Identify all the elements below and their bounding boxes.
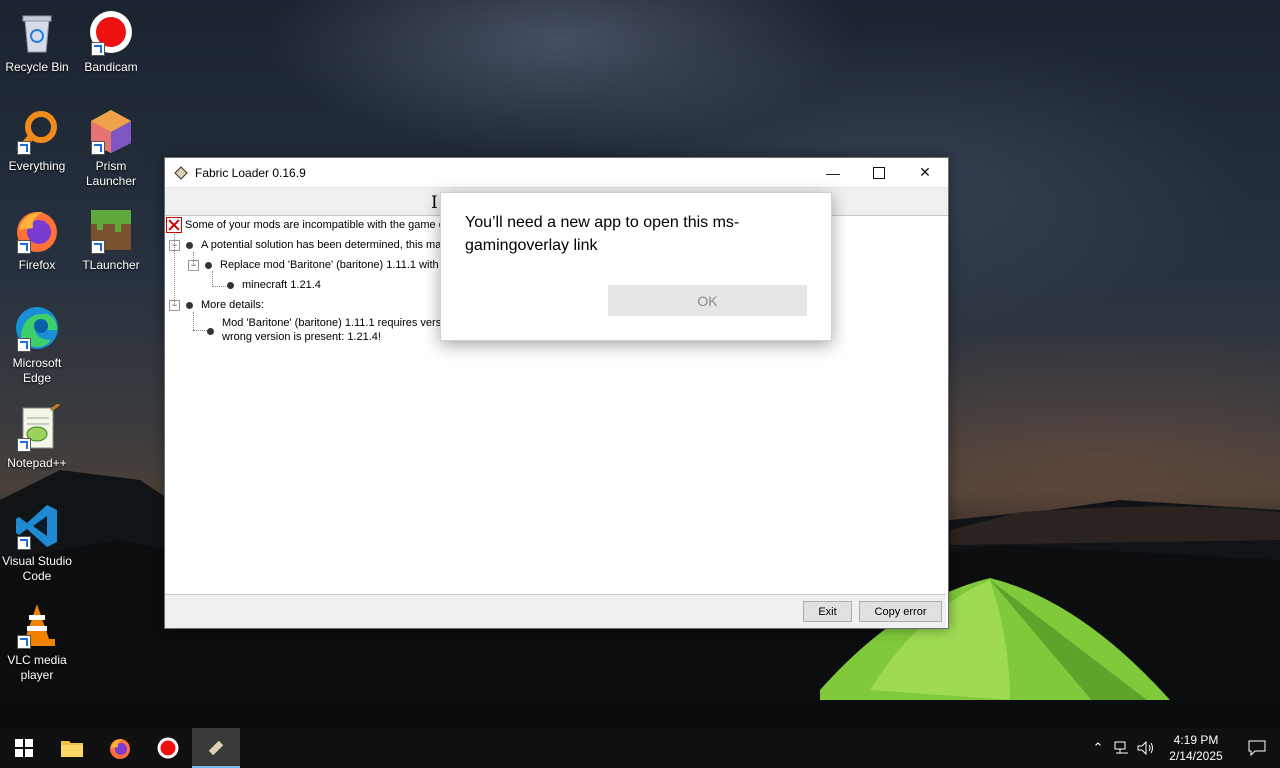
collapse-icon[interactable]: − xyxy=(169,239,180,251)
desktop-icon-vlc[interactable]: VLC media player xyxy=(0,601,74,683)
collapse-icon[interactable]: − xyxy=(188,259,199,271)
shortcut-arrow-icon xyxy=(17,438,31,452)
minimize-icon: — xyxy=(826,164,840,181)
edge-icon xyxy=(13,304,61,352)
show-hidden-icons-button[interactable]: ⌃ xyxy=(1086,728,1110,768)
error-x-icon xyxy=(166,217,182,233)
desktop-icon-recycle-bin[interactable]: Recycle Bin xyxy=(0,8,74,75)
notepad-plus-plus-icon xyxy=(13,402,61,452)
network-icon xyxy=(1114,741,1128,754)
clock-date: 2/14/2025 xyxy=(1169,749,1223,763)
desktop-icon-firefox[interactable]: Firefox xyxy=(0,206,74,273)
window-titlebar[interactable]: Fabric Loader 0.16.9 — ✕ xyxy=(165,158,948,187)
text-cursor-icon: I xyxy=(431,193,438,213)
ok-button[interactable]: OK xyxy=(608,285,807,316)
bullet-icon xyxy=(207,328,214,335)
prism-launcher-icon xyxy=(87,107,135,155)
desktop-icon-label: Everything xyxy=(8,159,66,173)
folder-icon xyxy=(61,741,83,757)
taskbar-file-explorer[interactable] xyxy=(48,728,96,768)
taskbar-clock[interactable]: 4:19 PM 2/14/2025 xyxy=(1158,732,1234,764)
desktop-icon-label: Bandicam xyxy=(84,60,138,74)
desktop-icon-notepad-plus-plus[interactable]: Notepad++ xyxy=(0,402,74,471)
collapse-icon[interactable]: − xyxy=(169,299,180,311)
vscode-icon xyxy=(13,502,61,550)
fabric-app-icon xyxy=(174,165,188,180)
action-center-button[interactable] xyxy=(1234,728,1280,768)
maximize-icon xyxy=(873,166,885,179)
solution-sub-text: minecraft 1.21.4 xyxy=(242,279,321,291)
new-app-dialog: You’ll need a new app to open this ms-ga… xyxy=(440,192,832,341)
exit-button[interactable]: Exit xyxy=(803,601,852,622)
dialog-message: You’ll need a new app to open this ms-ga… xyxy=(465,214,740,254)
desktop-icon-label: Microsoft Edge xyxy=(12,356,62,385)
clock-time: 4:19 PM xyxy=(1173,733,1219,747)
desktop-icon-microsoft-edge[interactable]: Microsoft Edge xyxy=(0,304,74,386)
taskbar-firefox[interactable] xyxy=(96,728,144,768)
desktop-icon-label: TLauncher xyxy=(82,258,140,272)
tree-details-header-row[interactable]: − More details: xyxy=(169,296,264,314)
desktop-icon-label: Recycle Bin xyxy=(5,60,69,74)
minimize-button[interactable]: — xyxy=(810,158,856,187)
recycle-bin-icon xyxy=(13,8,61,56)
window-title: Fabric Loader 0.16.9 xyxy=(195,165,306,180)
everything-search-icon xyxy=(13,107,61,155)
bandicam-icon xyxy=(87,8,135,56)
vlc-cone-icon xyxy=(13,601,61,649)
desktop-icon-label: Visual Studio Code xyxy=(2,554,72,583)
shortcut-arrow-icon xyxy=(91,42,105,56)
start-button[interactable] xyxy=(0,728,48,768)
details-header-text: More details: xyxy=(201,299,264,311)
firefox-icon xyxy=(13,206,61,254)
shortcut-arrow-icon xyxy=(17,240,31,254)
tree-connector xyxy=(212,286,226,287)
notification-icon xyxy=(1248,740,1266,756)
shortcut-arrow-icon xyxy=(91,141,105,155)
tree-connector xyxy=(193,312,194,330)
desktop-icon-vscode[interactable]: Visual Studio Code xyxy=(0,502,74,584)
bullet-icon xyxy=(227,281,234,289)
bullet-icon xyxy=(205,261,212,269)
tlauncher-grass-block-icon xyxy=(87,206,135,254)
window-button-bar: Exit Copy error xyxy=(165,594,946,628)
shortcut-arrow-icon xyxy=(91,240,105,254)
chevron-up-icon: ⌃ xyxy=(1092,740,1104,755)
desktop-icon-label: Notepad++ xyxy=(7,456,67,470)
speaker-icon xyxy=(1137,741,1153,755)
close-button[interactable]: ✕ xyxy=(902,158,948,187)
shortcut-arrow-icon xyxy=(17,141,31,155)
desktop-icon-bandicam[interactable]: Bandicam xyxy=(74,8,148,75)
tree-connector xyxy=(193,330,207,331)
firefox-icon xyxy=(110,739,130,759)
bullet-icon xyxy=(186,241,193,249)
bullet-icon xyxy=(186,301,193,309)
system-tray: ⌃ 4:19 PM 2/14/2025 xyxy=(1086,728,1280,768)
taskbar-fabric-loader[interactable] xyxy=(192,728,240,768)
desktop-icon-everything[interactable]: Everything xyxy=(0,107,74,174)
network-button[interactable] xyxy=(1110,728,1134,768)
desktop-icon-label: Prism Launcher xyxy=(85,159,137,188)
taskbar-bandicam[interactable] xyxy=(144,728,192,768)
desktop-icon-tlauncher[interactable]: TLauncher xyxy=(74,206,148,273)
bandicam-icon xyxy=(157,737,179,759)
desktop-icon-label: Firefox xyxy=(18,258,56,272)
shortcut-arrow-icon xyxy=(17,635,31,649)
shortcut-arrow-icon xyxy=(17,536,31,550)
tree-solution-sub-row[interactable]: minecraft 1.21.4 xyxy=(227,276,321,294)
windows-logo-icon xyxy=(15,739,33,757)
maximize-button[interactable] xyxy=(856,158,902,187)
fabric-app-icon xyxy=(206,738,226,758)
volume-button[interactable] xyxy=(1134,728,1158,768)
shortcut-arrow-icon xyxy=(17,338,31,352)
desktop-icon-prism-launcher[interactable]: Prism Launcher xyxy=(74,107,148,189)
close-icon: ✕ xyxy=(919,164,931,180)
taskbar: ⌃ 4:19 PM 2/14/2025 xyxy=(0,728,1280,768)
copy-error-button[interactable]: Copy error xyxy=(859,601,942,622)
desktop-icon-label: VLC media player xyxy=(7,653,67,682)
